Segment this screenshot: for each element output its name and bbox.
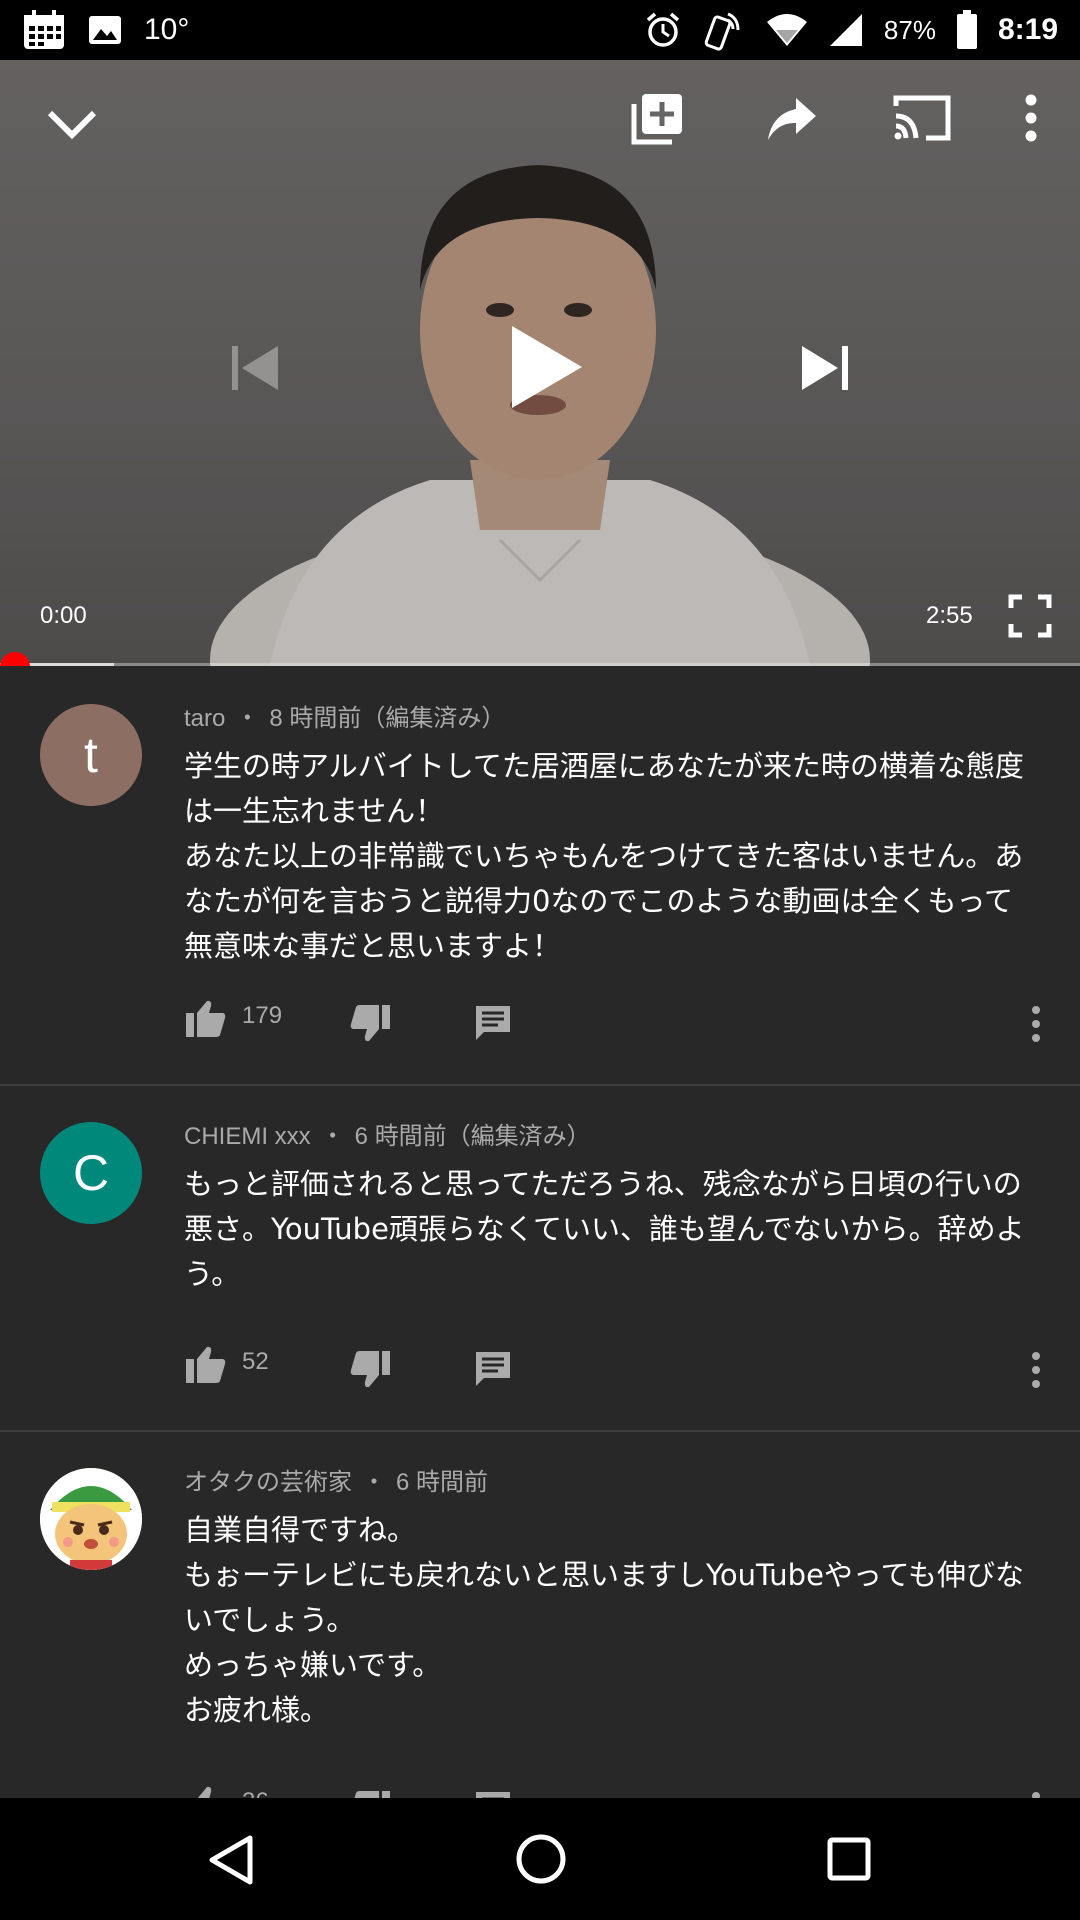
thumbs-down-icon[interactable] (348, 1788, 392, 1798)
comment-more-icon[interactable] (1026, 1348, 1046, 1392)
comment-actions: 52 (184, 1342, 1064, 1392)
comment-author[interactable]: taro (184, 705, 225, 732)
play-icon[interactable] (506, 322, 586, 412)
like-count: 179 (242, 1002, 283, 1029)
avatar[interactable]: t (40, 704, 142, 806)
battery-icon (956, 10, 978, 50)
back-icon[interactable] (206, 1834, 258, 1886)
comment-time: 6 時間前 (396, 1469, 489, 1496)
comment-meta: taro ・ 8 時間前（編集済み） (184, 705, 506, 732)
comment-item: t taro ・ 8 時間前（編集済み） 学生の時アルバイトしてた居酒屋にあなたが来… (0, 668, 1080, 1086)
reply-icon[interactable] (472, 1788, 514, 1798)
comment-actions: 36 (184, 1782, 1064, 1798)
comment-item: オタクの芸術家・ 6 時間前 自業自得ですね。 もぉーテレビにも戻れないと思います… (0, 1432, 1080, 1798)
fullscreen-icon[interactable] (1008, 594, 1052, 638)
avatar[interactable]: C (40, 1122, 142, 1224)
previous-icon[interactable] (226, 338, 286, 398)
thumbs-down-icon[interactable] (348, 1348, 392, 1392)
image-icon (88, 15, 122, 45)
comment-time: 6 時間前（編集済み） (354, 1123, 591, 1150)
like-count: 52 (242, 1348, 269, 1375)
duration: 2:55 (926, 602, 973, 629)
comment-item: C CHIEMI xxx ・ 6 時間前（編集済み） もっと評価されると思ってただろ… (0, 1086, 1080, 1432)
player-top-controls (0, 90, 1080, 160)
status-bar: 10° 87% 8:19 (0, 0, 1080, 60)
wifi-icon (766, 12, 808, 48)
signal-icon (828, 12, 864, 48)
comment-text: 自業自得ですね。 もぉーテレビにも戻れないと思いますしYouTubeやっても伸び… (184, 1513, 1025, 1727)
battery-percent: 87% (883, 14, 936, 45)
home-icon[interactable] (514, 1832, 568, 1886)
comment-actions: 179 (184, 996, 1064, 1046)
current-time: 0:00 (40, 602, 87, 629)
reply-icon[interactable] (472, 1002, 514, 1044)
progress-bar[interactable] (0, 663, 1080, 666)
comment-text: もっと評価されると思ってただろうね、残念ながら日頃の行いの悪さ。YouTube頑… (184, 1167, 1025, 1291)
thumbs-up-icon[interactable] (184, 1782, 228, 1798)
phone-vibrate-icon (702, 8, 746, 52)
comment-more-icon[interactable] (1026, 1788, 1046, 1798)
thumbs-down-icon[interactable] (348, 1002, 392, 1046)
thumbs-up-icon[interactable] (184, 996, 228, 1040)
comment-text: 学生の時アルバイトしてた居酒屋にあなたが来た時の横着な態度は一生忘れません！ あ… (184, 749, 1024, 963)
comment-meta: CHIEMI xxx ・ 6 時間前（編集済み） (184, 1123, 591, 1150)
comment-meta: オタクの芸術家・ 6 時間前 (184, 1469, 489, 1496)
comment-time: 8 時間前（編集済み） (269, 705, 506, 732)
collapse-icon[interactable] (44, 100, 100, 150)
calendar-icon (22, 9, 66, 51)
thumbs-up-icon[interactable] (184, 1342, 228, 1386)
like-count: 36 (242, 1788, 269, 1798)
navigation-bar (0, 1798, 1080, 1920)
recents-icon[interactable] (826, 1836, 872, 1882)
temperature: 10° (144, 13, 190, 46)
comment-author[interactable]: オタクの芸術家 (184, 1469, 352, 1496)
alarm-icon (644, 11, 682, 49)
next-icon[interactable] (796, 338, 856, 398)
reply-icon[interactable] (472, 1348, 514, 1390)
video-player[interactable]: 0:00 2:55 (0, 60, 1080, 666)
cast-icon[interactable] (892, 92, 952, 144)
character-avatar-image (40, 1468, 142, 1570)
add-to-queue-icon[interactable] (630, 90, 686, 146)
comment-author[interactable]: CHIEMI xxx (184, 1123, 311, 1150)
avatar[interactable] (40, 1468, 142, 1570)
comments-list: t taro ・ 8 時間前（編集済み） 学生の時アルバイトしてた居酒屋にあなたが来… (0, 668, 1080, 1798)
share-icon[interactable] (764, 94, 820, 144)
more-vert-icon[interactable] (1016, 90, 1046, 146)
clock: 8:19 (997, 13, 1058, 46)
comment-more-icon[interactable] (1026, 1002, 1046, 1046)
